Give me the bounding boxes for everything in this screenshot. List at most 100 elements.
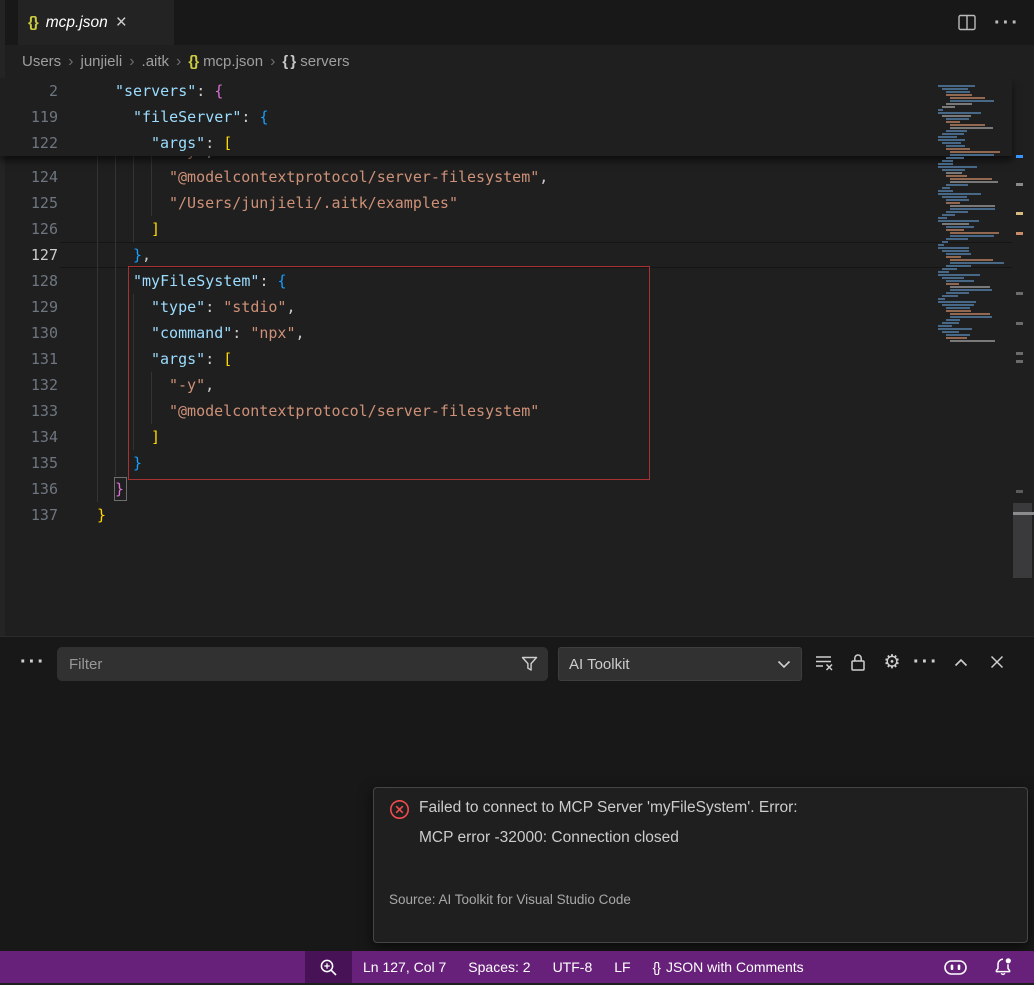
- overview-mark: [1016, 360, 1023, 363]
- minimap-line: [950, 100, 994, 102]
- close-panel-icon[interactable]: [984, 649, 1010, 675]
- code-line-124[interactable]: 124"@modelcontextprotocol/server-filesys…: [0, 164, 1012, 190]
- split-editor-icon[interactable]: [958, 14, 976, 31]
- minimap-line: [938, 325, 952, 327]
- indent-guides: [97, 476, 115, 502]
- minimap-line: [946, 130, 967, 132]
- line-number: 137: [0, 502, 58, 528]
- status-cursor-position[interactable]: Ln 127, Col 7: [352, 959, 457, 975]
- tab-title: mcp.json: [46, 14, 108, 32]
- status-eol[interactable]: LF: [603, 959, 641, 975]
- status-language-mode[interactable]: {}JSON with Comments: [642, 959, 815, 975]
- line-number: 124: [0, 164, 58, 190]
- minimap-line: [946, 175, 967, 177]
- line-content: ]: [151, 216, 160, 242]
- line-content: },: [133, 242, 151, 268]
- indent-guides: [97, 216, 151, 242]
- copilot-icon[interactable]: [933, 959, 978, 976]
- status-indentation[interactable]: Spaces: 2: [457, 959, 541, 975]
- minimap-line: [946, 145, 965, 147]
- tab-bar: {} mcp.json × ···: [0, 0, 1034, 45]
- minimap-line: [950, 97, 985, 99]
- minimap-line: [942, 133, 964, 135]
- minimap-line: [946, 91, 970, 93]
- breadcrumb-item-Users[interactable]: Users: [22, 53, 61, 70]
- breadcrumb-item-aitk[interactable]: .aitk: [142, 53, 170, 70]
- minimap-line: [942, 214, 955, 216]
- line-number: 136: [0, 476, 58, 502]
- minimap-line: [946, 319, 960, 321]
- minimap[interactable]: [930, 85, 1012, 351]
- status-label: Ln 127, Col 7: [363, 959, 446, 975]
- filter-input[interactable]: [57, 656, 510, 673]
- minimap-line: [942, 187, 950, 189]
- minimap-line: [946, 337, 967, 339]
- lock-scroll-icon[interactable]: [845, 649, 871, 675]
- code-line-126[interactable]: 126]: [0, 216, 1012, 242]
- breadcrumb-label: .aitk: [142, 53, 170, 70]
- breadcrumb-item-servers[interactable]: { }servers: [282, 53, 349, 70]
- code-line-119[interactable]: 119"fileServer": {: [0, 104, 1012, 130]
- minimap-line: [938, 217, 947, 219]
- breadcrumb-item-mcpjson[interactable]: {}mcp.json: [188, 53, 263, 70]
- minimap-line: [938, 193, 981, 195]
- sticky-scroll[interactable]: 2"servers": {119"fileServer": {122"args"…: [0, 78, 1012, 156]
- line-number: 129: [0, 294, 58, 320]
- panel-settings-gear-icon[interactable]: ⚙: [879, 649, 905, 675]
- breadcrumb-label: junjieli: [81, 53, 123, 70]
- status-label: UTF-8: [553, 959, 593, 975]
- minimap-line: [938, 136, 957, 138]
- minimap-line: [942, 268, 957, 270]
- minimap-line: [950, 316, 992, 318]
- overview-mark: [1016, 212, 1023, 215]
- breadcrumb-separator: ›: [68, 53, 73, 71]
- panel-more-icon[interactable]: ···: [913, 649, 939, 675]
- minimap-line: [946, 94, 972, 96]
- minimap-line: [946, 229, 964, 231]
- indent-guides: [97, 242, 133, 268]
- zoom-status-item[interactable]: [305, 951, 352, 983]
- minimap-line: [942, 196, 967, 198]
- notifications-bell-icon[interactable]: [982, 957, 1024, 977]
- line-number: 132: [0, 372, 58, 398]
- minimap-line: [950, 259, 993, 261]
- clear-output-icon[interactable]: [811, 649, 837, 675]
- line-number: 127: [0, 242, 58, 268]
- minimap-line: [946, 256, 961, 258]
- minimap-line: [950, 235, 994, 237]
- minimap-line: [950, 151, 1000, 153]
- notification-toast: Failed to connect to MCP Server 'myFileS…: [373, 787, 1028, 943]
- code-editor[interactable]: 123"-y",124"@modelcontextprotocol/server…: [0, 78, 1034, 636]
- filter-box: [57, 647, 548, 681]
- code-line-122[interactable]: 122"args": [: [0, 130, 1012, 156]
- status-label: JSON with Comments: [666, 959, 804, 975]
- breadcrumb-item-junjieli[interactable]: junjieli: [81, 53, 123, 70]
- output-channel-dropdown[interactable]: AI Toolkit: [558, 647, 802, 681]
- panel-more-actions-icon[interactable]: ···: [20, 649, 46, 675]
- code-line-125[interactable]: 125"/Users/junjieli/.aitk/examples": [0, 190, 1012, 216]
- filter-funnel-icon[interactable]: [510, 650, 548, 678]
- minimap-line: [946, 202, 960, 204]
- notification-source: Source: AI Toolkit for Visual Studio Cod…: [389, 892, 631, 907]
- line-number: 128: [0, 268, 58, 294]
- status-encoding[interactable]: UTF-8: [542, 959, 604, 975]
- minimap-line: [946, 172, 962, 174]
- symbol-braces-icon: {}: [188, 53, 198, 70]
- code-line-137[interactable]: 137}: [0, 502, 1012, 528]
- overview-cursor-mark: [1013, 512, 1034, 515]
- breadcrumb-separator: ›: [176, 53, 181, 71]
- minimap-line: [946, 148, 970, 150]
- minimap-line: [946, 103, 972, 105]
- overview-mark: [1016, 155, 1023, 158]
- minimap-line: [938, 274, 980, 276]
- chevron-down-icon: [777, 660, 791, 669]
- maximize-panel-chevron-up-icon[interactable]: [948, 649, 974, 675]
- minimap-line: [950, 124, 985, 126]
- code-line-127[interactable]: 127},: [0, 242, 1012, 268]
- tab-close-icon[interactable]: ×: [116, 13, 127, 32]
- overview-mark: [1016, 292, 1023, 295]
- minimap-line: [942, 160, 953, 162]
- json-file-icon: {}: [28, 14, 38, 31]
- tab-mcp-json[interactable]: {} mcp.json ×: [18, 0, 174, 45]
- code-line-2[interactable]: 2"servers": {: [0, 78, 1012, 104]
